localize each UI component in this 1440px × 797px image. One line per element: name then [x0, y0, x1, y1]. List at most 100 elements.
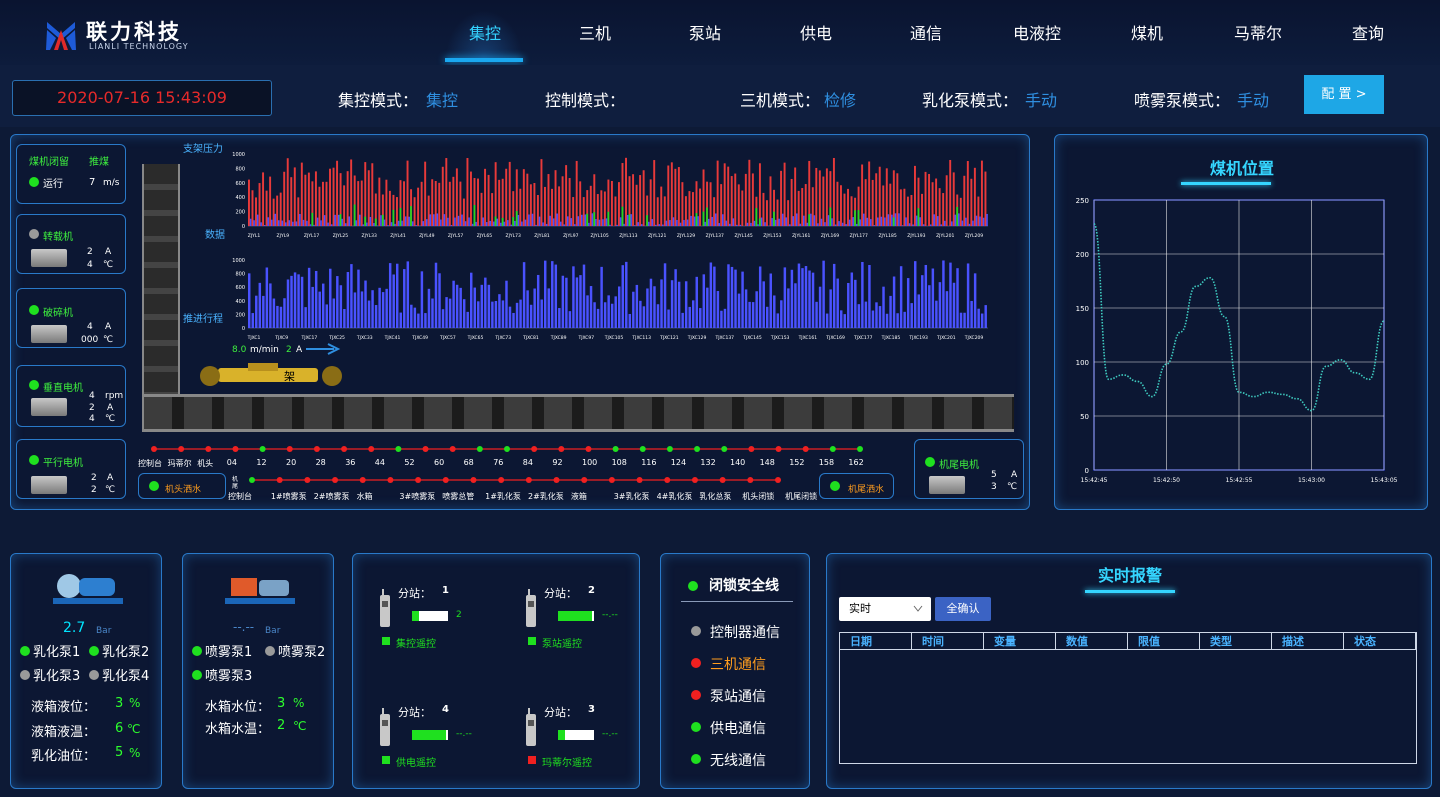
pressure-bar-secondary — [499, 222, 502, 226]
pressure-bar-secondary — [810, 213, 812, 226]
sensor-dot — [719, 477, 726, 483]
pressure-bar-secondary — [277, 220, 280, 226]
conveyor-label: 机头 — [197, 459, 214, 468]
nav-item-meiji[interactable]: 煤机 — [1107, 20, 1187, 44]
lock-item-label: 控制器通信 — [710, 625, 780, 641]
oil-level-value: 5 — [115, 745, 124, 760]
pressure-bar — [868, 161, 871, 226]
conveyor-label: 20 — [286, 458, 297, 467]
alarm-column-header[interactable]: 数值 — [1056, 633, 1128, 650]
sensor-dot — [470, 477, 477, 483]
pressure-bar — [445, 158, 448, 226]
pressure-bar-secondary — [485, 222, 488, 226]
chevron-down-icon — [913, 605, 923, 612]
pressure-bar-secondary — [260, 222, 262, 226]
pressure-bar-secondary — [891, 214, 893, 226]
push-bar — [300, 276, 304, 328]
push-bar — [917, 294, 920, 328]
pressure-bar — [406, 160, 409, 226]
pressure-bar-secondary — [531, 213, 534, 226]
pressure-bar-secondary — [510, 224, 513, 226]
tail-water-toggle[interactable]: 机尾洒水 — [819, 473, 894, 499]
mode-label-jikong: 集控模式： — [338, 91, 419, 110]
reloader-card[interactable]: 转载机 2 A 4 ℃ — [16, 214, 126, 274]
alarm-filter-select[interactable]: 实时 — [839, 597, 931, 621]
remote-label: 泵站遥控 — [542, 639, 582, 650]
sensor-dot — [313, 446, 320, 452]
pressure-bar — [730, 176, 733, 226]
pressure-bar-secondary — [327, 222, 329, 226]
emulsion-pump-1: 乳化泵1 — [33, 645, 81, 660]
pressure-bar — [938, 188, 941, 226]
alarm-column-header[interactable]: 时间 — [912, 633, 984, 650]
x-tick-label: ZJYL113 — [619, 233, 637, 239]
push-bar — [512, 312, 515, 328]
pressure-bar-tertiary — [892, 217, 895, 226]
nav-item-gongdian[interactable]: 供电 — [776, 20, 856, 44]
alarm-column-header[interactable]: 限值 — [1128, 633, 1200, 650]
pressure-bar — [396, 197, 398, 226]
pressure-bar-tertiary — [695, 213, 698, 226]
alarm-column-header[interactable]: 状态 — [1344, 633, 1416, 650]
tank-level-value: 3 — [115, 696, 124, 711]
pressure-bar-secondary — [760, 217, 763, 226]
push-bar — [621, 265, 624, 328]
conveyor-label: 28 — [315, 458, 326, 467]
alarm-column-header[interactable]: 描述 — [1272, 633, 1344, 650]
pressure-bar-secondary — [566, 216, 569, 226]
conveyor-label: 132 — [700, 458, 716, 467]
pressure-bar-tertiary — [758, 218, 761, 226]
lock-item-status-icon — [691, 754, 701, 764]
pressure-bar-secondary — [285, 222, 287, 226]
pressure-bar — [639, 175, 642, 226]
pressure-bar — [780, 170, 783, 226]
nav-item-bengzhan[interactable]: 泵站 — [665, 20, 745, 44]
conveyor-label: 60 — [434, 458, 445, 467]
pressure-bar-secondary — [581, 214, 583, 226]
alarm-column-header[interactable]: 类型 — [1200, 633, 1272, 650]
pressure-bar — [945, 175, 948, 226]
config-button[interactable]: 配 置 > — [1304, 75, 1384, 114]
pressure-bar — [589, 185, 592, 226]
pressure-bar — [470, 171, 472, 226]
tail-motor-card[interactable]: 机尾电机 5 A 3 ℃ — [914, 439, 1024, 499]
nav-item-tongxin[interactable]: 通信 — [886, 20, 966, 44]
pressure-bar-tertiary — [512, 216, 515, 226]
shearer-card[interactable]: 煤机闭留 推煤 运行 7 m/s — [16, 144, 126, 204]
nav-item-jikong[interactable]: 集控 — [445, 20, 525, 44]
parallel-motor-card[interactable]: 平行电机 2 A 2 ℃ — [16, 439, 126, 499]
lock-item-label: 无线通信 — [710, 753, 766, 769]
push-bar — [304, 307, 307, 328]
push-bar — [491, 301, 494, 328]
push-bar — [533, 288, 536, 328]
push-bar — [744, 289, 748, 328]
push-bar — [434, 262, 438, 328]
push-bar — [653, 286, 656, 328]
pressure-bar-secondary — [757, 224, 759, 226]
water-temp-label: 水箱水温： — [205, 722, 271, 737]
push-bar — [392, 274, 395, 328]
vertical-motor-card[interactable]: 垂直电机 4 rpm 2 A 4 ℃ — [16, 365, 126, 427]
x-tick-label: TJXC121 — [659, 335, 679, 341]
crusher-card[interactable]: 破碎机 4 A 000 ℃ — [16, 288, 126, 348]
conveyor-label: 76 — [493, 458, 504, 467]
nav-item-madier[interactable]: 马蒂尔 — [1218, 20, 1298, 44]
alarm-column-header[interactable]: 变量 — [984, 633, 1056, 650]
push-bar — [864, 301, 868, 328]
nav-item-sanji[interactable]: 三机 — [555, 20, 635, 44]
pressure-bar — [290, 177, 293, 226]
push-bar — [843, 314, 846, 328]
lock-item-label: 三机通信 — [710, 657, 766, 673]
mode-label-emulsion: 乳化泵模式： — [922, 91, 1019, 110]
push-bar — [466, 311, 469, 328]
alarm-column-header[interactable]: 日期 — [840, 633, 912, 650]
nav-item-dianyekong[interactable]: 电液控 — [997, 20, 1077, 44]
nav-item-chaxun[interactable]: 查询 — [1328, 20, 1408, 44]
head-water-toggle[interactable]: 机头洒水 — [138, 473, 226, 499]
push-bar — [751, 302, 755, 328]
push-bar — [290, 275, 293, 328]
pressure-bar-secondary — [901, 225, 904, 226]
pressure-bar-secondary — [803, 215, 805, 226]
confirm-all-button[interactable]: 全确认 — [935, 597, 991, 621]
conveyor-label: 机头闭锁 — [742, 492, 775, 501]
